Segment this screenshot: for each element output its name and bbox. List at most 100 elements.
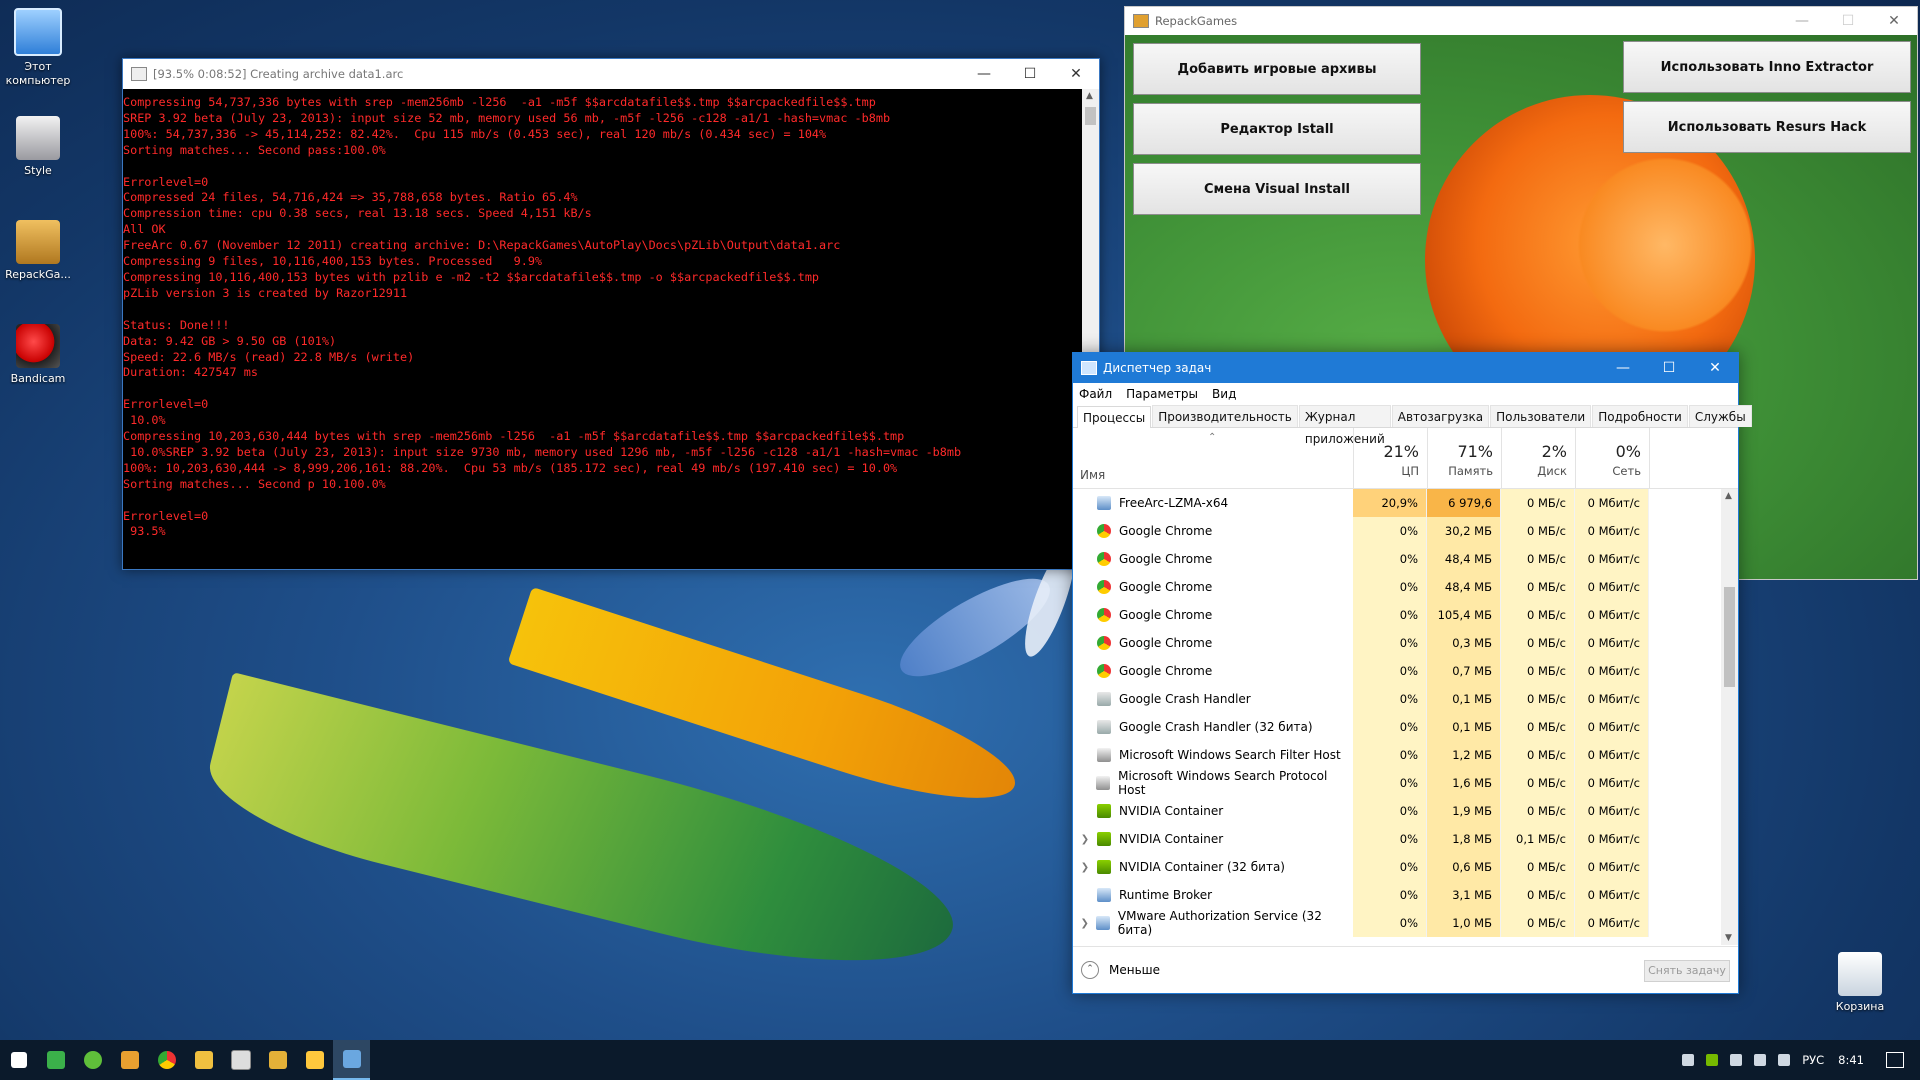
process-row[interactable]: ❯ NVIDIA Container (32 бита) 0% 0,6 МБ 0 МБ/… bbox=[1073, 853, 1721, 881]
notification-icon[interactable] bbox=[1886, 1052, 1904, 1068]
app-icon bbox=[46, 1051, 65, 1069]
cpu-cell: 0% bbox=[1353, 909, 1427, 937]
menu-view[interactable]: Вид bbox=[1212, 387, 1236, 401]
tab-performance[interactable]: Производительность bbox=[1152, 405, 1298, 427]
process-row[interactable]: Google Crash Handler (32 бита) 0% 0,1 МБ 0 … bbox=[1073, 713, 1721, 741]
end-task-button[interactable]: Снять задачу bbox=[1644, 960, 1730, 982]
clock[interactable]: 8:41 bbox=[1838, 1053, 1864, 1067]
column-header-memory[interactable]: 71% Память bbox=[1428, 428, 1502, 488]
process-row[interactable]: Google Crash Handler 0% 0,1 МБ 0 МБ/с 0 Мбит… bbox=[1073, 685, 1721, 713]
scroll-down-icon[interactable]: ▼ bbox=[1725, 933, 1732, 943]
process-list-scrollbar[interactable]: ▲ ▼ bbox=[1721, 489, 1738, 945]
scroll-thumb[interactable] bbox=[1724, 587, 1735, 687]
inno-extractor-button[interactable]: Использовать Inno Extractor bbox=[1623, 41, 1911, 93]
install-editor-button[interactable]: Редактор Istall bbox=[1133, 103, 1421, 155]
repack-titlebar[interactable]: RepackGames — ☐ ✕ bbox=[1125, 7, 1917, 35]
taskbar-app-7[interactable] bbox=[259, 1040, 296, 1080]
process-row[interactable]: ❯ NVIDIA Container 0% 1,8 МБ 0,1 МБ/с 0 Мбит/… bbox=[1073, 825, 1721, 853]
minimize-button[interactable]: — bbox=[1779, 7, 1825, 36]
cpu-cell: 20,9% bbox=[1353, 489, 1427, 517]
task-manager-titlebar[interactable]: Диспетчер задач — ☐ ✕ bbox=[1073, 353, 1738, 383]
desktop-icon-recycle-bin[interactable]: Корзина bbox=[1822, 952, 1898, 1014]
tray-battery-icon[interactable] bbox=[1730, 1054, 1743, 1066]
chevron-up-icon[interactable]: ⌃ bbox=[1081, 961, 1099, 979]
resurs-hack-button[interactable]: Использовать Resurs Hack bbox=[1623, 101, 1911, 153]
process-row[interactable]: Google Chrome 0% 0,3 МБ 0 МБ/с 0 Мбит/с bbox=[1073, 629, 1721, 657]
close-button[interactable]: ✕ bbox=[1692, 353, 1738, 383]
change-visual-install-button[interactable]: Смена Visual Install bbox=[1133, 163, 1421, 215]
chevron-right-icon[interactable]: ❯ bbox=[1073, 862, 1097, 873]
process-row[interactable]: Google Chrome 0% 30,2 МБ 0 МБ/с 0 Мбит/с bbox=[1073, 517, 1721, 545]
minimize-button[interactable]: — bbox=[1600, 353, 1646, 383]
column-header-cpu[interactable]: 21% ЦП bbox=[1354, 428, 1428, 488]
fewer-details-link[interactable]: Меньше bbox=[1109, 963, 1160, 977]
add-game-archives-button[interactable]: Добавить игровые архивы bbox=[1133, 43, 1421, 95]
taskbar-task-manager[interactable] bbox=[333, 1040, 370, 1080]
tray-app-icon[interactable] bbox=[1682, 1054, 1695, 1066]
chevron-right-icon[interactable]: ❯ bbox=[1073, 834, 1097, 845]
column-header-name[interactable]: ⌃ Имя bbox=[1073, 428, 1354, 488]
network-cell: 0 Мбит/с bbox=[1575, 909, 1649, 937]
desktop-icon-this-pc[interactable]: Этот компьютер bbox=[0, 8, 76, 88]
process-row[interactable]: ❯ VMware Authorization Service (32 бита) 0… bbox=[1073, 909, 1721, 937]
tab-app-history[interactable]: Журнал приложений bbox=[1298, 405, 1391, 446]
language-indicator[interactable]: РУС bbox=[1802, 1053, 1824, 1067]
cpu-cell: 0% bbox=[1353, 853, 1427, 881]
nvidia-tray-icon[interactable] bbox=[1706, 1054, 1719, 1066]
start-button[interactable] bbox=[0, 1040, 37, 1080]
tab-services[interactable]: Службы bbox=[1688, 405, 1752, 427]
process-row[interactable]: Google Chrome 0% 48,4 МБ 0 МБ/с 0 Мбит/с bbox=[1073, 573, 1721, 601]
scroll-up-icon[interactable]: ▲ bbox=[1086, 91, 1093, 101]
process-row[interactable]: NVIDIA Container 0% 1,9 МБ 0 МБ/с 0 Мбит/с bbox=[1073, 797, 1721, 825]
process-row[interactable]: Google Chrome 0% 105,4 МБ 0 МБ/с 0 Мбит/с bbox=[1073, 601, 1721, 629]
scroll-up-icon[interactable]: ▲ bbox=[1725, 491, 1732, 501]
taskbar-console[interactable] bbox=[222, 1040, 259, 1080]
menu-options[interactable]: Параметры bbox=[1126, 387, 1198, 401]
column-header-disk[interactable]: 2% Диск bbox=[1502, 428, 1576, 488]
desktop-icon-style[interactable]: Style bbox=[0, 116, 76, 178]
tab-startup[interactable]: Автозагрузка bbox=[1391, 405, 1490, 427]
console-titlebar[interactable]: [93.5% 0:08:52] Creating archive data1.a… bbox=[123, 59, 1099, 89]
task-manager-window[interactable]: Диспетчер задач — ☐ ✕ Файл Параметры Вид… bbox=[1072, 352, 1752, 994]
process-row[interactable]: Microsoft Windows Search Protocol Host 0%… bbox=[1073, 769, 1721, 797]
maximize-button[interactable]: ☐ bbox=[1007, 59, 1053, 89]
process-row[interactable]: Microsoft Windows Search Filter Host 0% 1,… bbox=[1073, 741, 1721, 769]
console-window[interactable]: [93.5% 0:08:52] Creating archive data1.a… bbox=[122, 58, 1100, 570]
volume-icon[interactable] bbox=[1778, 1054, 1791, 1066]
tab-users[interactable]: Пользователи bbox=[1490, 405, 1592, 427]
maximize-button[interactable]: ☐ bbox=[1646, 353, 1692, 383]
memory-cell: 1,0 МБ bbox=[1427, 909, 1501, 937]
process-name-cell: Google Chrome bbox=[1073, 545, 1353, 573]
process-row[interactable]: Google Chrome 0% 48,4 МБ 0 МБ/с 0 Мбит/с bbox=[1073, 545, 1721, 573]
taskbar-explorer[interactable] bbox=[296, 1040, 333, 1080]
process-row[interactable]: Runtime Broker 0% 3,1 МБ 0 МБ/с 0 Мбит/с bbox=[1073, 881, 1721, 909]
chevron-right-icon[interactable]: ❯ bbox=[1073, 918, 1096, 929]
process-name: VMware Authorization Service (32 бита) bbox=[1117, 909, 1322, 937]
close-button[interactable]: ✕ bbox=[1871, 7, 1917, 36]
computer-icon bbox=[14, 8, 62, 56]
process-row[interactable]: Google Chrome 0% 0,7 МБ 0 МБ/с 0 Мбит/с bbox=[1073, 657, 1721, 685]
process-name-cell: FreeArc-LZMA-x64 bbox=[1073, 489, 1353, 517]
column-header-network[interactable]: 0% Сеть bbox=[1576, 428, 1650, 488]
recycle-bin-icon bbox=[1838, 952, 1882, 996]
close-button[interactable]: ✕ bbox=[1053, 59, 1099, 89]
tab-details[interactable]: Подробности bbox=[1592, 405, 1688, 427]
process-name-cell: ❯ VMware Authorization Service (32 бита) bbox=[1073, 909, 1353, 937]
maximize-button[interactable]: ☐ bbox=[1825, 7, 1871, 36]
taskbar-app-1[interactable] bbox=[37, 1040, 74, 1080]
cpu-cell: 0% bbox=[1353, 741, 1427, 769]
minimize-button[interactable]: — bbox=[961, 59, 1007, 89]
taskbar-app-2[interactable] bbox=[74, 1040, 111, 1080]
process-row[interactable]: FreeArc-LZMA-x64 20,9%6 979,6 МБ0 МБ/с0 М… bbox=[1073, 489, 1721, 538]
menu-file[interactable]: Файл bbox=[1079, 387, 1112, 401]
desktop-icon-repackgames[interactable]: RepackGa... bbox=[0, 220, 76, 282]
tab-processes[interactable]: Процессы bbox=[1077, 406, 1152, 428]
network-cell: 0 Мбит/с bbox=[1575, 741, 1649, 769]
taskbar-app-3[interactable] bbox=[111, 1040, 148, 1080]
scroll-thumb[interactable] bbox=[1085, 107, 1096, 125]
taskbar-chrome[interactable] bbox=[148, 1040, 185, 1080]
cpu-cell: 0% bbox=[1353, 685, 1427, 713]
network-icon[interactable] bbox=[1754, 1054, 1767, 1066]
desktop-icon-bandicam[interactable]: Bandicam bbox=[0, 324, 76, 386]
taskbar-app-5[interactable] bbox=[185, 1040, 222, 1080]
